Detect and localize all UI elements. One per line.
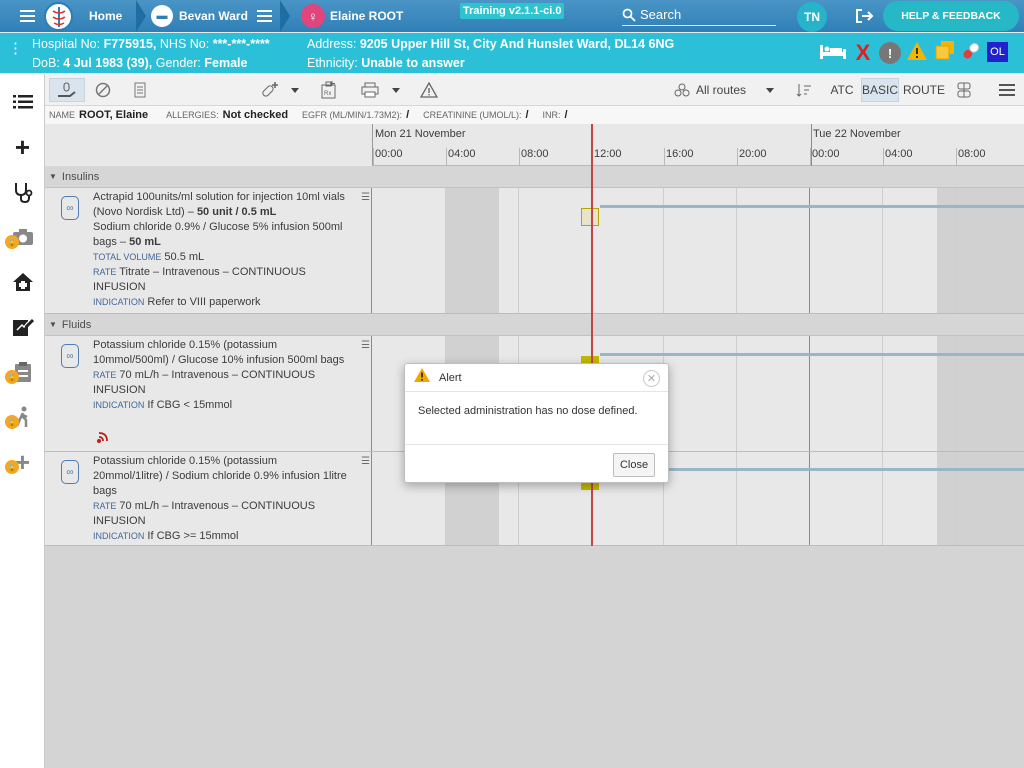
routes-select[interactable]: All routes	[674, 78, 779, 102]
training-badge: Training v2.1.1-ci.0	[460, 3, 565, 19]
add-medication-button[interactable]	[257, 78, 283, 102]
alert-dialog: Alert ✕ Selected administration has no d…	[404, 363, 669, 483]
hospital-numbers: Hospital No: F775915, NHS No: ***-***-**…	[32, 37, 270, 51]
camera-icon[interactable]: 🔒	[0, 215, 45, 259]
printer-icon	[361, 82, 379, 98]
close-icon[interactable]: ✕	[643, 370, 660, 387]
pill-plus-icon	[262, 82, 278, 97]
banner-menu-icon[interactable]: ⋮	[8, 39, 23, 57]
hamburger-icon	[999, 84, 1015, 96]
home-care-icon[interactable]	[0, 260, 45, 304]
breadcrumb-separator	[280, 0, 290, 32]
caret-down-icon	[766, 87, 775, 93]
patient-summary-strip: NAME ROOT, Elaine ALLERGIES: Not checked…	[45, 106, 1024, 124]
routes-icon	[674, 83, 690, 97]
add-medication-dropdown[interactable]	[289, 78, 301, 102]
basic-button[interactable]: BASIC	[861, 78, 899, 102]
rx-clipboard-icon: Rx	[321, 81, 336, 99]
patient-link[interactable]: ♀ Elaine ROOT	[301, 0, 403, 32]
stethoscope-icon[interactable]	[0, 170, 45, 214]
warning-outline-icon	[420, 82, 438, 98]
add-icon[interactable]: +	[0, 125, 45, 169]
close-button[interactable]: Close	[613, 453, 655, 477]
patient-address: Address: 9205 Upper Hill St, City And Hu…	[307, 37, 675, 51]
dob-gender: DoB: 4 Jul 1983 (39), Gender: Female	[32, 56, 248, 70]
caret-down-icon	[291, 87, 299, 93]
print-dropdown[interactable]	[390, 78, 402, 102]
clipboard-icon[interactable]: 🔒	[0, 350, 45, 394]
warning-icon[interactable]	[906, 41, 928, 61]
hand-pill-icon	[58, 82, 76, 97]
search-icon	[622, 8, 636, 22]
home-link[interactable]: Home	[89, 0, 122, 32]
caduceus-icon	[52, 6, 65, 27]
dialog-footer: Close	[405, 444, 668, 484]
layout-icon	[957, 82, 971, 98]
patient-ethnicity: Ethnicity: Unable to answer	[307, 56, 465, 70]
options-menu-button[interactable]	[995, 78, 1019, 102]
layout-button[interactable]	[953, 78, 975, 102]
caret-down-icon	[392, 87, 400, 93]
app-logo	[44, 2, 73, 31]
cancel-view-button[interactable]	[91, 78, 115, 102]
prohibit-pill-icon	[95, 82, 111, 98]
document-icon	[134, 82, 146, 98]
hamburger-icon	[20, 10, 35, 22]
ward-link[interactable]: ▬ Bevan Ward	[151, 0, 272, 32]
documents-icon[interactable]	[934, 40, 956, 60]
bed-icon: ▬	[151, 5, 173, 27]
search-input[interactable]: Search	[622, 4, 776, 26]
dialog-title: Alert	[439, 371, 462, 384]
atc-button[interactable]: ATC	[827, 78, 857, 102]
ol-badge[interactable]: OL	[987, 42, 1008, 62]
list-view-icon[interactable]	[0, 80, 45, 124]
sort-button[interactable]	[794, 78, 814, 102]
medication-pill-icon[interactable]	[960, 41, 982, 61]
top-navbar: Home ▬ Bevan Ward ♀ Elaine ROOT Training…	[0, 0, 1024, 32]
chart-toolbar: Rx All routes ATC BASIC ROUTE	[45, 74, 1024, 106]
administer-view-button[interactable]	[49, 78, 85, 102]
help-feedback-button[interactable]: HELP & FEEDBACK	[883, 1, 1019, 31]
breadcrumb-separator	[136, 0, 146, 32]
ward-menu-icon[interactable]	[256, 10, 272, 22]
logout-icon[interactable]	[855, 7, 875, 30]
svg-text:Rx: Rx	[324, 91, 331, 97]
main-menu-button[interactable]	[20, 0, 35, 32]
document-view-button[interactable]	[129, 78, 151, 102]
female-patient-icon: ♀	[301, 4, 325, 28]
notes-edit-icon[interactable]	[0, 305, 45, 349]
dialog-message: Selected administration has no dose defi…	[418, 405, 638, 417]
warnings-button[interactable]	[418, 78, 440, 102]
lock-icon: 🔒	[5, 460, 19, 474]
lock-icon: 🔒	[5, 415, 19, 429]
warning-icon	[413, 367, 431, 388]
sort-icon	[796, 84, 811, 97]
print-button[interactable]	[358, 78, 382, 102]
user-avatar[interactable]: TN	[797, 2, 827, 32]
lock-icon: 🔒	[5, 235, 19, 249]
left-sidebar: + 🔒 🔒 🔒 + 🔒	[0, 74, 45, 768]
alert-info-icon[interactable]: !	[879, 42, 901, 64]
add-locked-icon[interactable]: + 🔒	[0, 440, 45, 484]
no-consent-icon[interactable]: X	[853, 40, 873, 66]
dialog-header: Alert ✕	[405, 364, 668, 392]
lock-icon: 🔒	[5, 370, 19, 384]
discharge-walk-icon[interactable]: 🔒	[0, 395, 45, 439]
bed-status-icon[interactable]	[818, 43, 848, 59]
prescription-button[interactable]: Rx	[318, 78, 340, 102]
route-button[interactable]: ROUTE	[903, 78, 945, 102]
patient-banner: ⋮ Hospital No: F775915, NHS No: ***-***-…	[0, 33, 1024, 73]
